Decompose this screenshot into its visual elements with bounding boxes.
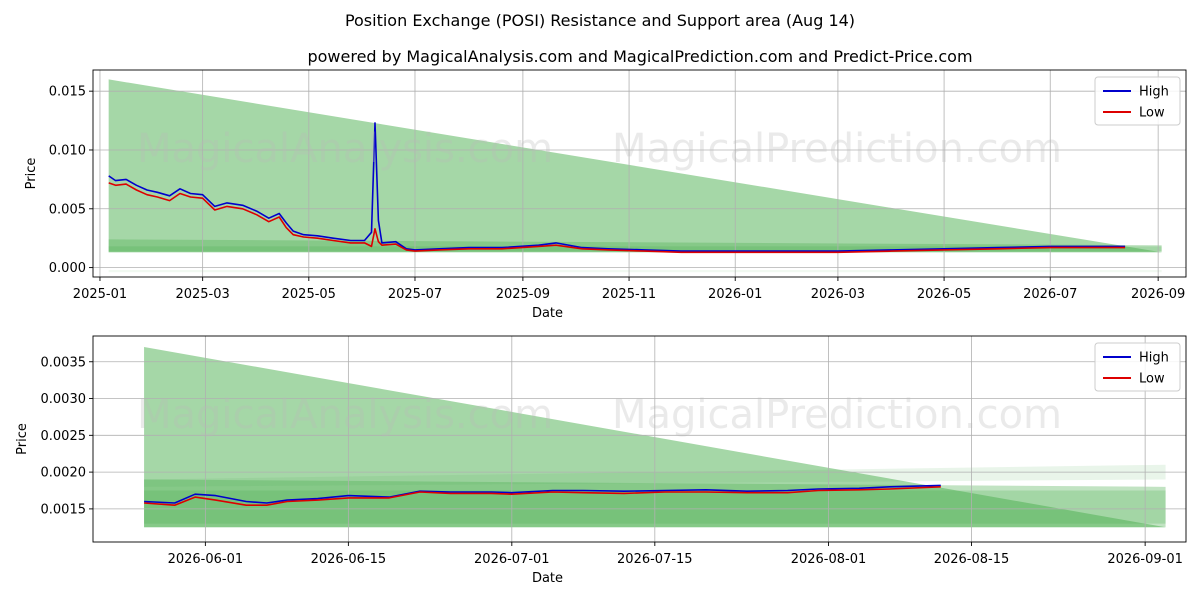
y-tick-label: 0.0020 <box>41 466 87 481</box>
x-axis-label: Date <box>532 306 563 321</box>
y-tick-label: 0.0015 <box>41 502 87 517</box>
x-tick-label: 2026-05 <box>917 287 971 302</box>
y-tick-label: 0.015 <box>49 85 86 100</box>
y-tick-label: 0.0025 <box>41 429 87 444</box>
legend-label-low: Low <box>1139 106 1165 121</box>
y-tick-label: 0.0035 <box>41 355 87 370</box>
chart-title: Position Exchange (POSI) Resistance and … <box>345 11 855 30</box>
x-tick-label: 2026-08-01 <box>791 552 867 567</box>
x-tick-label: 2026-03 <box>811 287 865 302</box>
watermark-analysis: MagicalAnalysis.com <box>137 392 553 438</box>
x-tick-label: 2026-08-15 <box>934 552 1010 567</box>
y-axis-label: Price <box>24 158 39 190</box>
y-tick-label: 0.005 <box>49 202 86 217</box>
x-tick-label: 2026-01 <box>708 287 762 302</box>
plot-area-1 <box>93 70 1186 277</box>
chart-canvas: Position Exchange (POSI) Resistance and … <box>15 11 1187 586</box>
x-tick-label: 2026-07 <box>1023 287 1077 302</box>
watermark-prediction: MagicalPrediction.com <box>612 126 1062 172</box>
x-tick-label: 2026-06-15 <box>311 552 387 567</box>
chart-subtitle: powered by MagicalAnalysis.com and Magic… <box>307 47 972 66</box>
x-tick-label: 2025-07 <box>388 287 442 302</box>
watermark-prediction: MagicalPrediction.com <box>612 392 1062 438</box>
legend: High Low <box>1094 76 1181 126</box>
x-tick-label: 2026-07-01 <box>474 552 550 567</box>
y-tick-label: 0.0030 <box>41 392 87 407</box>
legend-label-high: High <box>1139 351 1169 366</box>
x-tick-label: 2026-09-01 <box>1107 552 1183 567</box>
legend: High Low <box>1094 342 1181 392</box>
x-tick-label: 2025-11 <box>602 287 656 302</box>
x-tick-label: 2025-03 <box>175 287 229 302</box>
figure: Position Exchange (POSI) Resistance and … <box>0 0 1200 600</box>
watermark-analysis: MagicalAnalysis.com <box>137 126 553 172</box>
x-tick-label: 2026-06-01 <box>168 552 244 567</box>
x-tick-label: 2025-09 <box>496 287 550 302</box>
x-tick-label: 2025-05 <box>282 287 336 302</box>
x-tick-label: 2026-09 <box>1131 287 1185 302</box>
legend-label-high: High <box>1139 85 1169 100</box>
y-tick-label: 0.010 <box>49 143 86 158</box>
x-tick-label: 2026-07-15 <box>617 552 693 567</box>
support-band-4 <box>108 269 1162 273</box>
x-tick-label: 2025-01 <box>73 287 127 302</box>
x-axis-label: Date <box>532 571 563 586</box>
legend-label-low: Low <box>1139 372 1165 387</box>
y-axis-label: Price <box>15 423 30 455</box>
plot-area-2 <box>93 336 1186 542</box>
y-tick-label: 0.000 <box>49 261 86 276</box>
